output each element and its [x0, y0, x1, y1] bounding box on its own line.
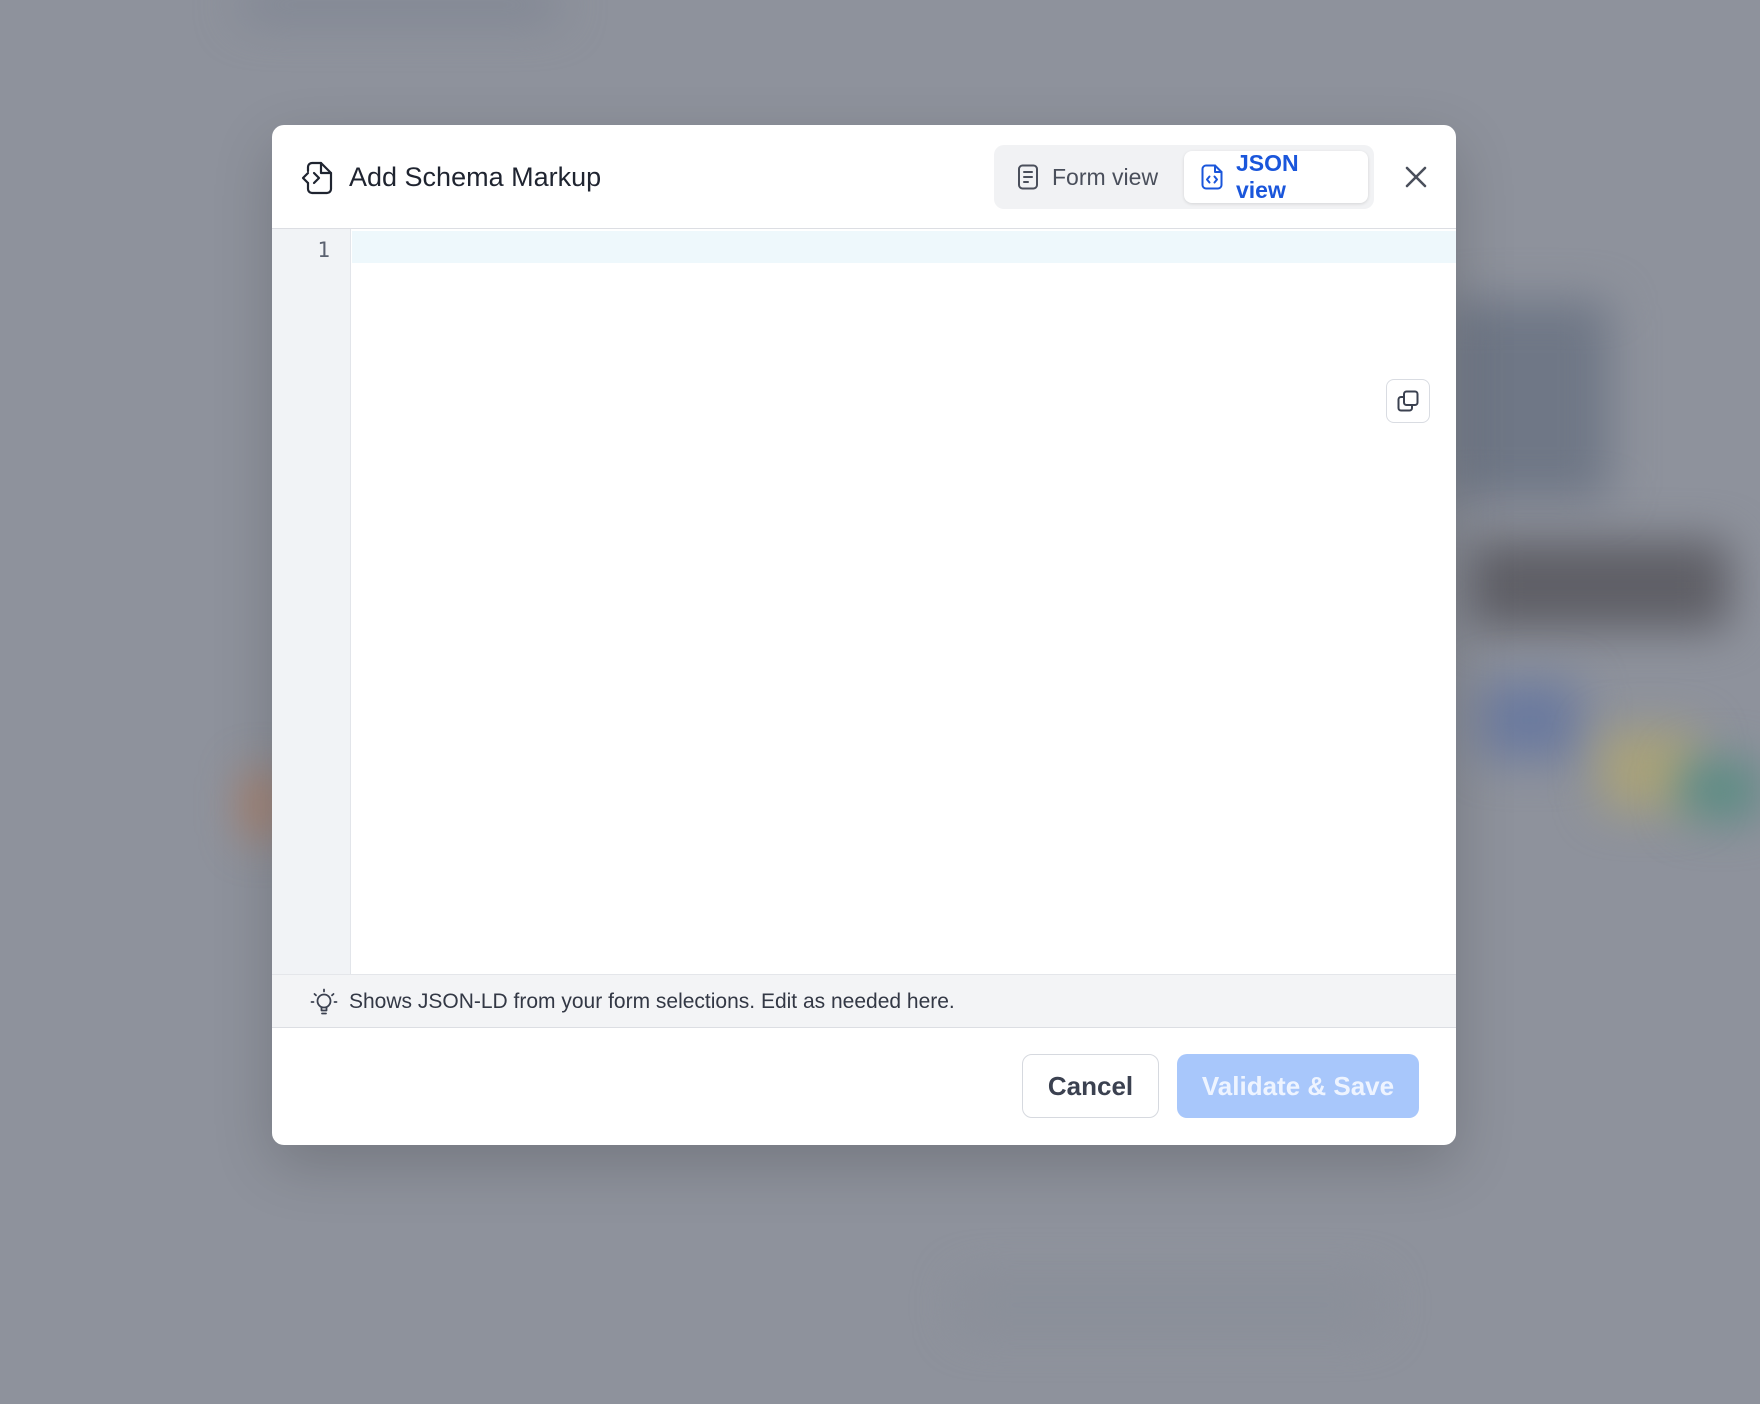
json-code-input[interactable] — [352, 231, 1456, 975]
dialog-footer: Cancel Validate & Save — [272, 1028, 1456, 1145]
background-blur — [1470, 540, 1730, 630]
file-code-icon — [301, 161, 333, 195]
schema-markup-dialog: Add Schema Markup Form view JSON view 1 … — [272, 125, 1456, 1145]
form-view-label: Form view — [1052, 163, 1159, 190]
background-blur — [960, 1280, 1380, 1330]
dialog-title: Add Schema Markup — [349, 162, 602, 192]
cancel-button[interactable]: Cancel — [1022, 1054, 1159, 1118]
file-code-icon — [1201, 164, 1223, 190]
background-blur — [1450, 300, 1610, 500]
validate-save-button[interactable]: Validate & Save — [1177, 1054, 1419, 1118]
json-view-label: JSON view — [1236, 150, 1299, 203]
line-number: 1 — [317, 238, 330, 262]
document-lines-icon — [1018, 164, 1038, 190]
close-button[interactable] — [1396, 157, 1436, 197]
form-view-tab[interactable]: Form view — [1000, 151, 1182, 203]
line-number-gutter: 1 — [272, 229, 351, 975]
hint-text: Shows JSON-LD from your form selections.… — [349, 990, 955, 1013]
json-editor: 1 — [272, 229, 1456, 975]
view-toggle: Form view JSON view — [994, 145, 1374, 209]
lightbulb-icon — [310, 988, 338, 1015]
background-blur — [1680, 760, 1760, 820]
background-blur — [240, 0, 560, 20]
copy-button[interactable] — [1386, 379, 1430, 423]
background-blur — [1480, 680, 1580, 760]
json-view-tab[interactable]: JSON view — [1184, 150, 1368, 203]
close-icon — [1405, 166, 1427, 188]
copy-icon — [1397, 390, 1419, 412]
hint-bar: Shows JSON-LD from your form selections.… — [272, 974, 1456, 1028]
dialog-header: Add Schema Markup Form view JSON view — [272, 125, 1456, 229]
